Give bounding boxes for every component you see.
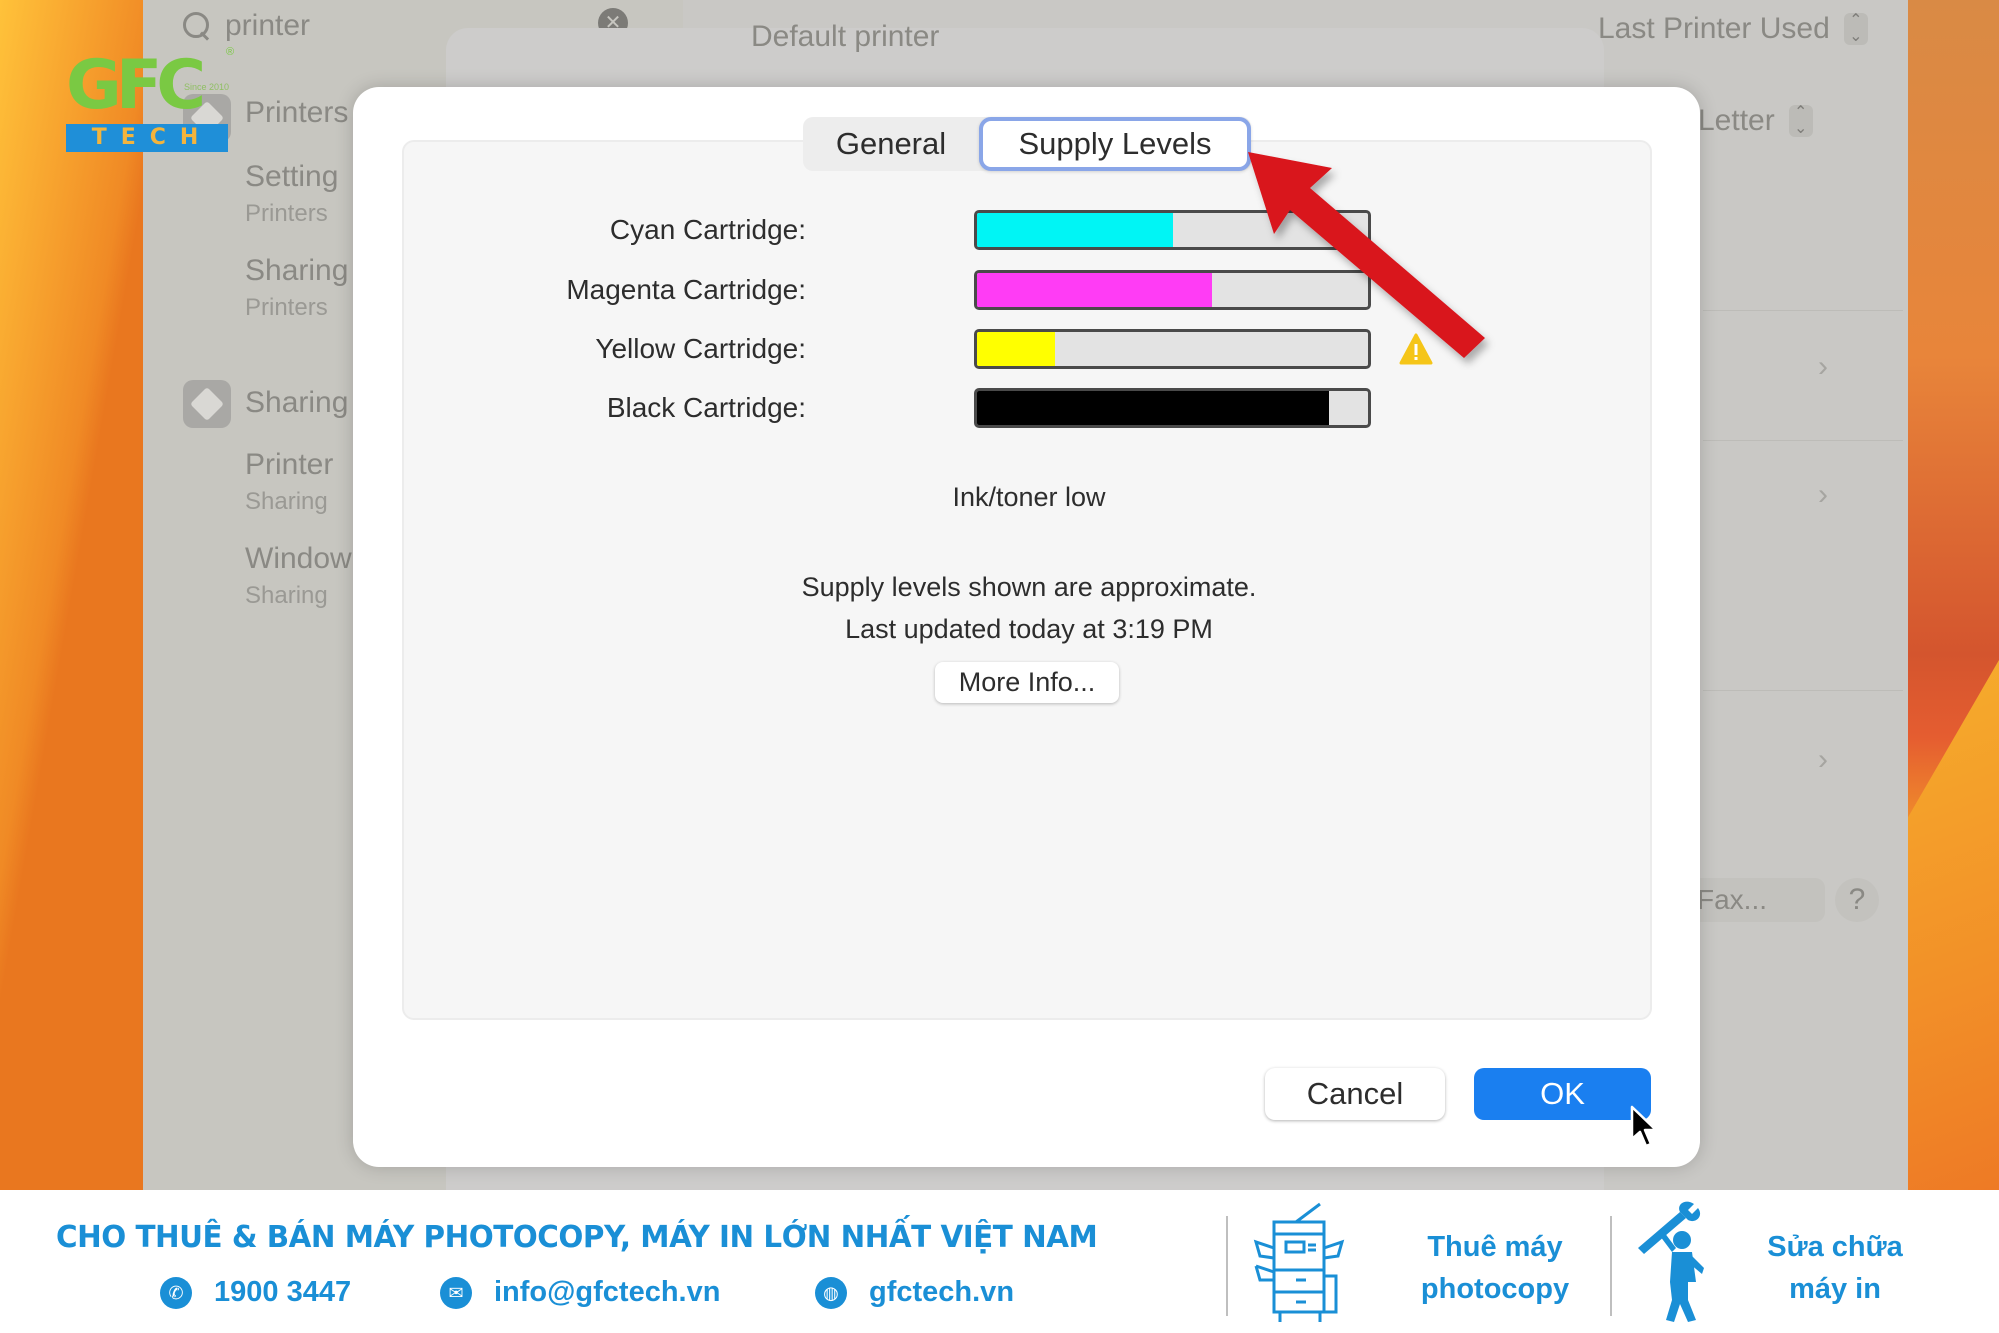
chevron-right-icon[interactable]: ›: [1818, 350, 1828, 384]
phone-icon: ✆: [160, 1276, 192, 1309]
sidebar-item-printers[interactable]: Printers: [245, 96, 348, 130]
registered-mark: ®: [226, 46, 235, 58]
search-input-value[interactable]: printer: [225, 9, 310, 43]
supply-level-fill: [977, 213, 1173, 247]
ink-status-text: Ink/toner low: [952, 482, 1106, 512]
sidebar-result-title[interactable]: Sharing: [245, 254, 348, 288]
tab-supply-levels[interactable]: Supply Levels: [979, 117, 1251, 171]
supply-row-black: Black Cartridge:: [404, 388, 1504, 428]
sidebar-result-title[interactable]: Window: [245, 542, 352, 576]
supply-label: Yellow Cartridge:: [595, 333, 806, 364]
service-title-line: Thuê máy: [1427, 1231, 1563, 1263]
supply-level-fill: [977, 332, 1056, 366]
logo-tagline: Since 2010: [184, 82, 230, 92]
service-photocopy-rental[interactable]: Thuê máy photocopy: [1410, 1226, 1580, 1310]
sidebar-result-title[interactable]: Printer: [245, 448, 333, 482]
last-updated-text: Last updated today at 3:19 PM: [845, 614, 1213, 644]
supply-level-bar: [974, 388, 1371, 428]
website-url: gfctech.vn: [869, 1276, 1015, 1308]
contact-website[interactable]: ◍ gfctech.vn: [815, 1276, 1014, 1309]
logo-sub: TECH: [66, 124, 228, 152]
banner-divider: [1226, 1216, 1228, 1316]
supply-label: Magenta Cartridge:: [566, 274, 806, 305]
sidebar-result-subtitle: Printers: [245, 200, 328, 227]
chevron-right-icon[interactable]: ›: [1818, 743, 1828, 777]
globe-icon: ◍: [815, 1276, 847, 1309]
search-icon: [183, 12, 211, 40]
cancel-button[interactable]: Cancel: [1265, 1068, 1445, 1120]
phone-number: 1900 3447: [214, 1276, 352, 1308]
photocopier-icon: [1253, 1202, 1345, 1322]
more-info-button[interactable]: More Info...: [935, 662, 1119, 703]
stepper-icon: ⌃ ⌄: [1843, 13, 1868, 45]
help-button[interactable]: ?: [1835, 878, 1879, 922]
tab-bar: General Supply Levels: [803, 117, 1251, 171]
supply-label: Cyan Cartridge:: [609, 214, 806, 245]
email-address: info@gfctech.vn: [494, 1276, 721, 1308]
supply-level-fill: [977, 273, 1212, 307]
service-title-line: photocopy: [1420, 1273, 1570, 1305]
contact-phone[interactable]: ✆ 1900 3447: [160, 1276, 351, 1309]
supply-label: Black Cartridge:: [606, 392, 806, 423]
mail-icon: ✉: [440, 1276, 472, 1309]
sidebar-item-sharing[interactable]: Sharing: [245, 386, 348, 420]
sharing-icon: [183, 380, 231, 428]
divider: [1703, 440, 1903, 441]
supply-level-fill: [977, 391, 1329, 425]
banner-divider: [1610, 1216, 1612, 1316]
divider: [1703, 690, 1903, 691]
banner-headline: CHO THUÊ & BÁN MÁY PHOTOCOPY, MÁY IN LỚN…: [56, 1220, 1098, 1255]
default-printer-popup[interactable]: Last Printer Used ⌃ ⌄: [1598, 12, 1868, 46]
sidebar-result-title[interactable]: Setting: [245, 160, 338, 194]
sidebar-result-subtitle: Printers: [245, 294, 328, 321]
mouse-cursor-icon: [1630, 1105, 1658, 1148]
service-title-line: máy in: [1789, 1273, 1881, 1305]
paper-size-value: Letter: [1698, 104, 1775, 137]
contact-email[interactable]: ✉ info@gfctech.vn: [440, 1276, 720, 1309]
service-printer-repair[interactable]: Sửa chữa máy in: [1750, 1226, 1920, 1310]
repair-technician-icon: [1638, 1201, 1704, 1322]
sidebar-result-subtitle: Sharing: [245, 488, 328, 515]
promo-banner: CHO THUÊ & BÁN MÁY PHOTOCOPY, MÁY IN LỚN…: [0, 1190, 1999, 1333]
service-title-line: Sửa chữa: [1767, 1231, 1903, 1263]
approximate-note: Supply levels shown are approximate.: [801, 572, 1257, 602]
default-printer-value: Last Printer Used: [1598, 12, 1830, 45]
sidebar-result-subtitle: Sharing: [245, 582, 328, 609]
fax-button[interactable]: Fax...: [1683, 878, 1825, 922]
paper-size-popup[interactable]: Letter ⌃ ⌄: [1698, 104, 1813, 138]
tab-general[interactable]: General: [803, 117, 979, 171]
divider: [1703, 310, 1903, 311]
annotation-arrow-icon: [1248, 152, 1485, 358]
chevron-right-icon[interactable]: ›: [1818, 478, 1828, 512]
stepper-icon: ⌃ ⌄: [1788, 105, 1813, 137]
ok-button[interactable]: OK: [1474, 1068, 1651, 1120]
gfc-tech-logo: GFC ® Since 2010 TECH: [66, 46, 234, 154]
default-printer-label: Default printer: [751, 20, 940, 53]
